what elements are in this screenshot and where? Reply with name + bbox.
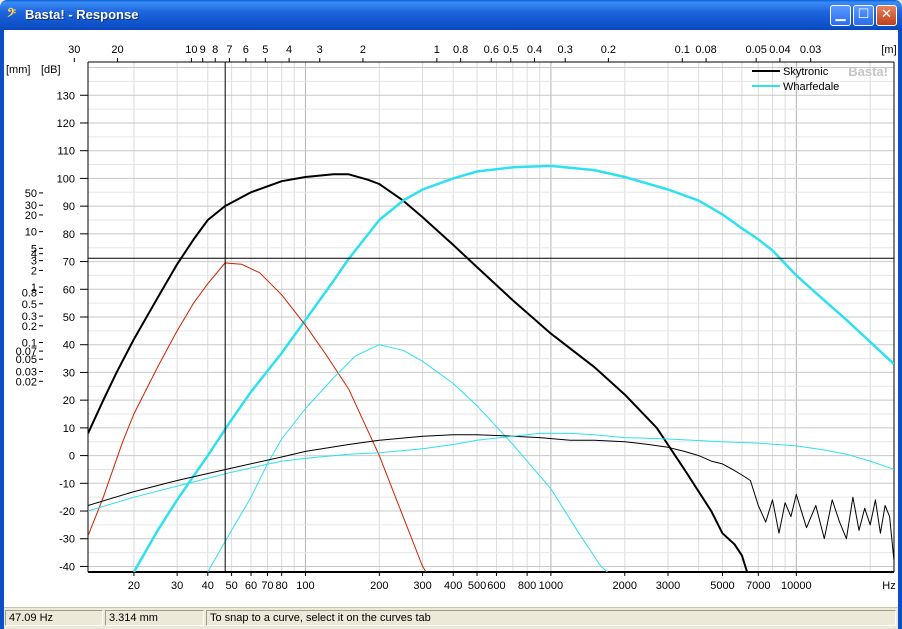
top-axis-unit-label: [m] [881, 44, 896, 56]
top-tick-label: 3 [317, 44, 323, 56]
mm-tick-label: 50 [25, 188, 37, 200]
y-tick-label: 90 [63, 201, 75, 213]
close-button[interactable]: ✕ [876, 5, 897, 26]
status-value: 3.314 mm [105, 610, 204, 626]
mm-tick-label: 20 [25, 210, 37, 222]
y-tick-label: 20 [63, 395, 75, 407]
y-tick-label: 100 [57, 173, 75, 185]
x-tick-label: 400 [444, 580, 462, 592]
mm-tick-label: 0.5 [22, 299, 37, 311]
top-tick-label: 0.5 [503, 44, 518, 56]
y-tick-label: 120 [57, 118, 75, 130]
x-tick-label: 7000 [746, 580, 770, 592]
mm-axis-unit-label: [mm] [6, 64, 30, 76]
status-frequency: 47.09 Hz [5, 610, 103, 626]
legend-label: Skytronic [783, 66, 829, 78]
mm-tick-label: 0.8 [22, 287, 37, 299]
mm-tick-label: 0.2 [22, 321, 37, 333]
y-tick-label: -20 [59, 506, 75, 518]
mm-tick-label: 10 [25, 227, 37, 239]
y-tick-label: 70 [63, 257, 75, 269]
top-tick-label: 20 [111, 44, 123, 56]
top-tick-label: 8 [212, 44, 218, 56]
x-tick-label: 40 [202, 580, 214, 592]
x-tick-label: 10000 [781, 580, 812, 592]
watermark-logo: Basta! [848, 64, 888, 79]
top-tick-label: 1 [434, 44, 440, 56]
x-tick-label: 500 [468, 580, 486, 592]
maximize-button[interactable]: ☐ [853, 5, 874, 26]
mm-tick-label: 2 [31, 265, 37, 277]
x-tick-label: 600 [487, 580, 505, 592]
minimize-button[interactable]: ▁ [830, 5, 851, 26]
legend-label: Wharfedale [783, 81, 839, 93]
top-tick-label: 4 [286, 44, 292, 56]
top-tick-label: 0.08 [695, 44, 716, 56]
top-tick-label: 7 [226, 44, 232, 56]
x-tick-label: 50 [225, 580, 237, 592]
x-tick-label: 60 [245, 580, 257, 592]
y-tick-label: 60 [63, 284, 75, 296]
top-tick-label: 0.3 [558, 44, 573, 56]
title-bar: 𝄢 Basta! - Response ▁ ☐ ✕ [0, 0, 902, 30]
status-hint: To snap to a curve, select it on the cur… [206, 610, 896, 626]
x-tick-label: 800 [518, 580, 536, 592]
y-tick-label: 110 [57, 146, 75, 158]
top-tick-label: 0.1 [675, 44, 690, 56]
top-tick-label: 9 [200, 44, 206, 56]
y-tick-label: 80 [63, 229, 75, 241]
chart-background [4, 30, 898, 607]
top-tick-label: 0.04 [769, 44, 790, 56]
close-icon: ✕ [881, 7, 892, 22]
y-tick-label: 40 [63, 340, 75, 352]
bass-clef-icon: 𝄢 [7, 7, 17, 23]
y-tick-label: -10 [59, 478, 75, 490]
y-tick-label: 50 [63, 312, 75, 324]
top-tick-label: 6 [243, 44, 249, 56]
y-tick-label: 10 [63, 423, 75, 435]
top-tick-label: 30 [68, 44, 80, 56]
maximize-icon: ☐ [857, 7, 870, 22]
x-tick-label: 300 [413, 580, 431, 592]
window-title: Basta! - Response [25, 7, 139, 22]
y-tick-label: -30 [59, 534, 75, 546]
x-tick-label: 30 [171, 580, 183, 592]
x-tick-label: 20 [128, 580, 140, 592]
response-chart[interactable]: 1301201101009080706050403020100-10-20-30… [4, 30, 898, 607]
y-tick-label: 0 [69, 451, 75, 463]
x-axis-unit-label: Hz [882, 580, 895, 592]
top-tick-label: 0.6 [484, 44, 499, 56]
x-tick-label: 1000 [539, 580, 563, 592]
x-tick-label: 200 [370, 580, 388, 592]
status-bar: 47.09 Hz 3.314 mm To snap to a curve, se… [4, 607, 898, 628]
top-tick-label: 0.03 [800, 44, 821, 56]
y-axis-unit-label: [dB] [41, 64, 61, 76]
top-tick-label: 0.8 [453, 44, 468, 56]
top-tick-label: 5 [262, 44, 268, 56]
x-tick-label: 70 [261, 580, 273, 592]
x-tick-label: 5000 [710, 580, 734, 592]
mm-tick-label: 0.05 [16, 354, 37, 366]
top-tick-label: 0.05 [745, 44, 766, 56]
top-tick-label: 2 [360, 44, 366, 56]
window-frame-right [898, 30, 902, 629]
x-tick-label: 100 [296, 580, 314, 592]
top-tick-label: 0.4 [527, 44, 542, 56]
y-tick-label: -40 [59, 561, 75, 573]
y-tick-label: 30 [63, 367, 75, 379]
y-tick-label: 130 [57, 90, 75, 102]
x-tick-label: 2000 [613, 580, 637, 592]
x-tick-label: 80 [276, 580, 288, 592]
minimize-icon: ▁ [835, 7, 846, 22]
mm-tick-label: 0.02 [16, 376, 37, 388]
x-tick-label: 3000 [656, 580, 680, 592]
top-tick-label: 0.2 [601, 44, 616, 56]
top-tick-label: 10 [185, 44, 197, 56]
